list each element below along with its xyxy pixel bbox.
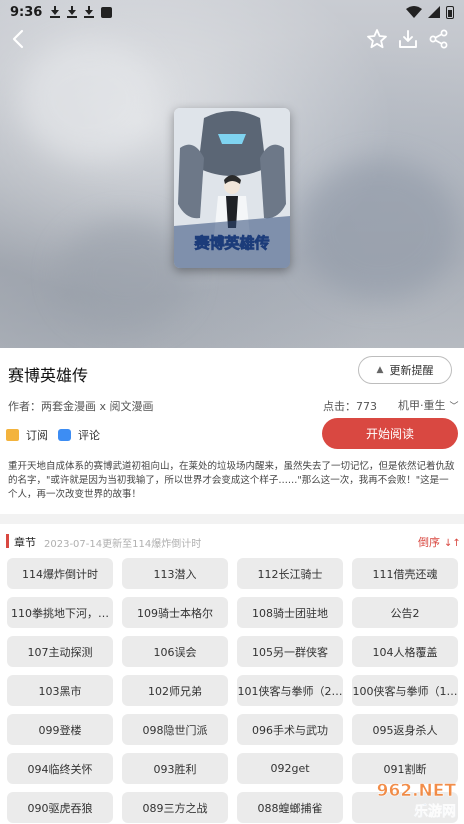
- chapter-item[interactable]: 106误会: [122, 636, 228, 667]
- status-time: 9:36: [10, 4, 43, 20]
- subscribe-label: 订阅: [26, 429, 48, 442]
- download-button[interactable]: [393, 24, 423, 54]
- back-arrow-icon: [12, 29, 24, 49]
- chapter-item[interactable]: 113潜入: [122, 558, 228, 589]
- mech-visor-shape: [218, 134, 246, 144]
- watermark-sub: 乐游网: [414, 803, 456, 820]
- bell-icon: ▲: [376, 365, 384, 375]
- download-notification-icon: [50, 6, 61, 18]
- chapter-item[interactable]: 095返身杀人: [352, 714, 458, 745]
- cover-illustration: 赛博英雄传: [174, 108, 290, 268]
- comment-label: 评论: [78, 429, 100, 442]
- share-icon: [429, 29, 448, 49]
- battery-icon: [446, 5, 454, 19]
- chapter-item[interactable]: 公告2: [352, 597, 458, 628]
- download-notification-icon: [84, 6, 95, 18]
- back-button[interactable]: [4, 24, 34, 54]
- status-bar: 9:36: [0, 0, 464, 24]
- chapter-item[interactable]: 098隐世门派: [122, 714, 228, 745]
- chevron-down-icon: ﹀: [449, 402, 459, 412]
- chapter-item[interactable]: 092get: [237, 753, 343, 784]
- chapter-section-label: 章节: [14, 536, 36, 549]
- chapter-item[interactable]: 109骑士本格尔: [122, 597, 228, 628]
- cover-title-text: 赛博英雄传: [193, 234, 269, 252]
- download-notification-icon: [67, 6, 78, 18]
- chapter-item[interactable]: 108骑士团驻地: [237, 597, 343, 628]
- comment-button[interactable]: 评论: [58, 427, 100, 443]
- site-watermark: 962.NET 乐游网: [376, 781, 457, 820]
- chapter-item[interactable]: 114爆炸倒计时: [7, 558, 113, 589]
- sort-order-button[interactable]: 倒序 ↓↑: [418, 534, 461, 550]
- chapter-item[interactable]: 093胜利: [122, 753, 228, 784]
- author-text: 作者：两套金漫画 x 阅文漫画: [8, 400, 154, 413]
- hero-blur-shape: [60, 220, 190, 330]
- section-accent-bar: [6, 534, 9, 548]
- comic-description: 重开天地自成体系的赛博武道初祖向山，在莱处的垃圾场内醒来，虽然失去了一切记忆，但…: [8, 461, 455, 500]
- hero-banner: 9:36 赛博英雄传: [0, 0, 464, 348]
- sort-icon: ↓↑: [444, 538, 461, 549]
- chapter-item[interactable]: 099登楼: [7, 714, 113, 745]
- chapter-item[interactable]: 111借壳还魂: [352, 558, 458, 589]
- chapter-item[interactable]: 101侠客与拳师（2…: [237, 675, 343, 706]
- chapter-item[interactable]: 104人格覆盖: [352, 636, 458, 667]
- chapter-item[interactable]: 105另一群侠客: [237, 636, 343, 667]
- watermark-brand: 962.NET: [377, 781, 457, 801]
- chapter-item[interactable]: 088蝗螂捕雀: [237, 792, 343, 823]
- hero-blur-shape: [300, 160, 460, 300]
- start-reading-button[interactable]: 开始阅读: [322, 418, 458, 449]
- hero-blur-shape: [20, 40, 160, 160]
- click-count: 点击：773: [323, 400, 377, 413]
- comic-cover[interactable]: 赛博英雄传: [174, 108, 290, 268]
- chapter-item[interactable]: 110拳挑地下河，…: [7, 597, 113, 628]
- download-icon: [399, 30, 417, 48]
- app-notification-icon: [101, 6, 113, 18]
- chapter-header: 章节 2023-07-14更新至114爆炸倒计时 倒序 ↓↑: [0, 530, 464, 552]
- comment-icon: [58, 429, 71, 441]
- chapter-item[interactable]: 103黑市: [7, 675, 113, 706]
- signal-icon: [428, 6, 440, 18]
- chapter-item[interactable]: 100侠客与拳师（1…: [352, 675, 458, 706]
- mech-arm-shape: [178, 144, 204, 219]
- comic-title: 赛博英雄传: [8, 366, 89, 385]
- chapter-item[interactable]: 112长江骑士: [237, 558, 343, 589]
- section-divider: [0, 514, 464, 524]
- chapter-item[interactable]: 096手术与武功: [237, 714, 343, 745]
- chapter-item[interactable]: 094临终关怀: [7, 753, 113, 784]
- chapter-item[interactable]: 090驱虎吞狼: [7, 792, 113, 823]
- mech-arm-shape: [260, 144, 286, 219]
- star-icon: [367, 29, 387, 49]
- update-remind-label: 更新提醒: [389, 364, 434, 377]
- genre-label: 机甲·重生: [398, 399, 446, 412]
- genre-dropdown[interactable]: 机甲·重生 ﹀: [398, 397, 459, 413]
- favorite-button[interactable]: [362, 24, 392, 54]
- share-button[interactable]: [424, 24, 454, 54]
- chapter-item[interactable]: 102师兄弟: [122, 675, 228, 706]
- wifi-icon: [406, 6, 422, 18]
- subscribe-icon: [6, 429, 19, 441]
- update-remind-button[interactable]: ▲ 更新提醒: [358, 356, 452, 384]
- chapter-update-info: 2023-07-14更新至114爆炸倒计时: [44, 539, 202, 550]
- chapter-item[interactable]: 089三方之战: [122, 792, 228, 823]
- subscribe-button[interactable]: 订阅: [6, 427, 48, 443]
- sort-order-label: 倒序: [418, 536, 440, 549]
- chapter-item[interactable]: 107主动探测: [7, 636, 113, 667]
